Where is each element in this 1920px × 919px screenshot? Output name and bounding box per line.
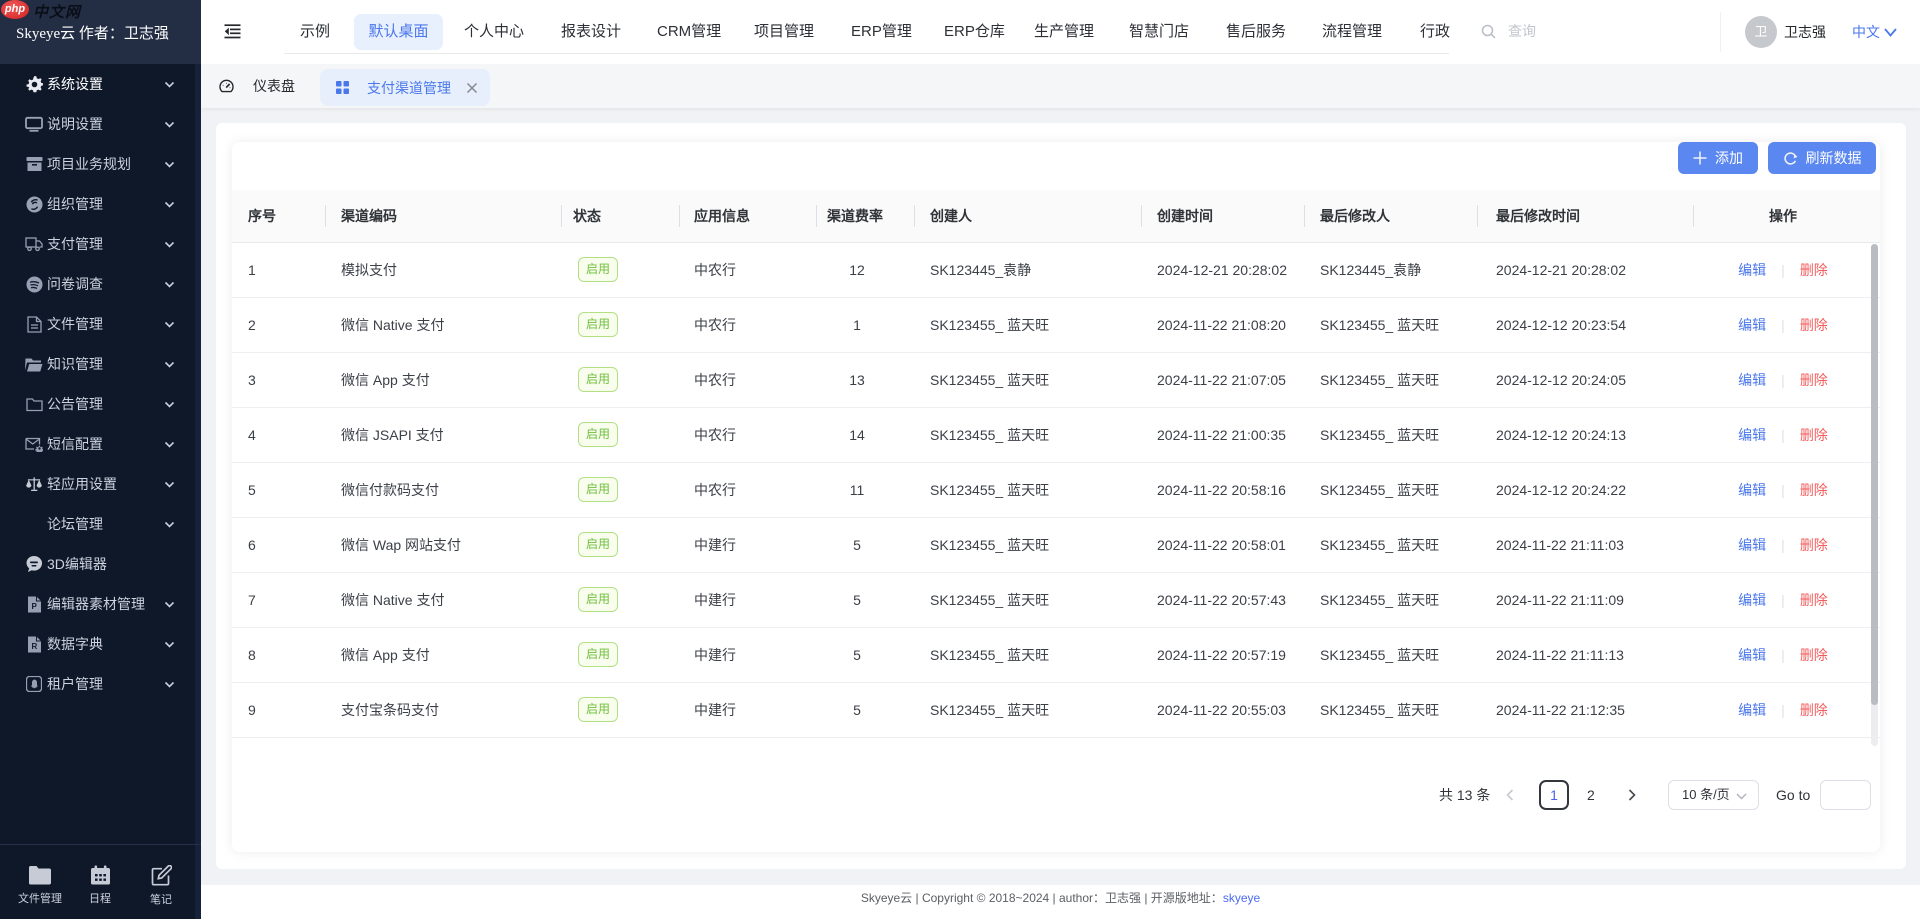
svg-text:R: R [31, 642, 37, 651]
svg-text:P: P [31, 602, 37, 611]
